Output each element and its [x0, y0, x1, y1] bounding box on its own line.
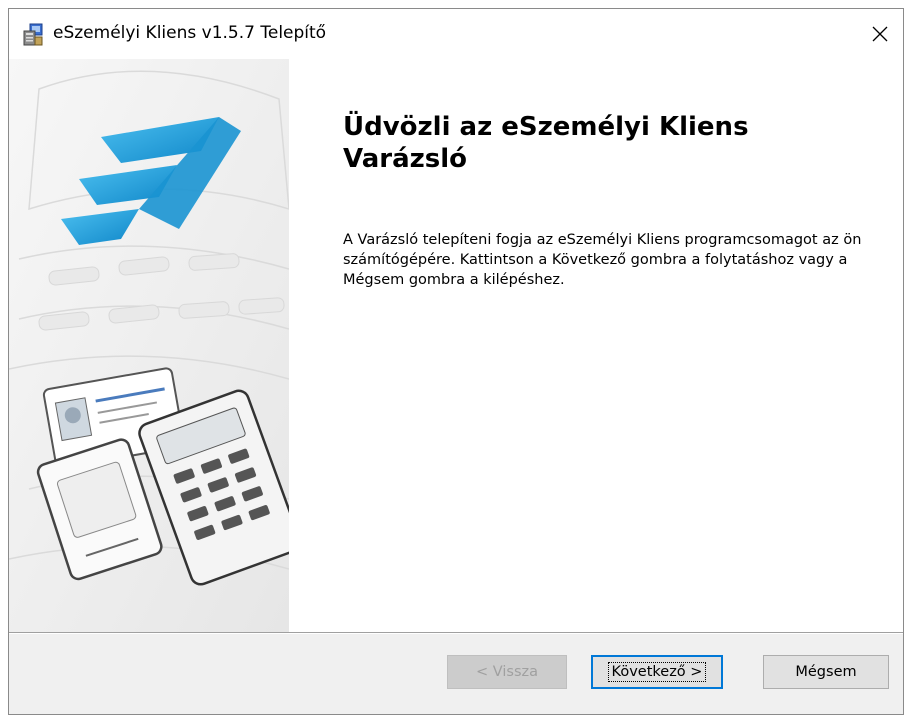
next-button-label: Következő > [607, 662, 707, 682]
close-icon [872, 26, 888, 42]
button-bar: < Vissza Következő > Mégsem [9, 634, 903, 714]
back-button-label: < Vissza [476, 664, 538, 680]
installer-icon [23, 23, 43, 46]
cancel-button-label: Mégsem [795, 664, 857, 680]
title-bar: eSzemélyi Kliens v1.5.7 Telepítő [9, 9, 903, 59]
welcome-description: A Varázsló telepíteni fogja az eSzemélyi… [343, 232, 862, 288]
window-title: eSzemélyi Kliens v1.5.7 Telepítő [53, 23, 327, 43]
side-banner [9, 59, 302, 632]
close-button[interactable] [857, 9, 903, 59]
installer-window: eSzemélyi Kliens v1.5.7 Telepítő Üdvözli… [8, 8, 904, 715]
wizard-content: Üdvözli az eSzemélyi Kliens Varázsló A V… [9, 59, 903, 632]
back-button[interactable]: < Vissza [447, 655, 567, 689]
cancel-button[interactable]: Mégsem [763, 655, 889, 689]
next-button[interactable]: Következő > [591, 655, 723, 689]
welcome-heading: Üdvözli az eSzemélyi Kliens Varázsló [343, 112, 749, 174]
banner-illustration [9, 59, 302, 632]
